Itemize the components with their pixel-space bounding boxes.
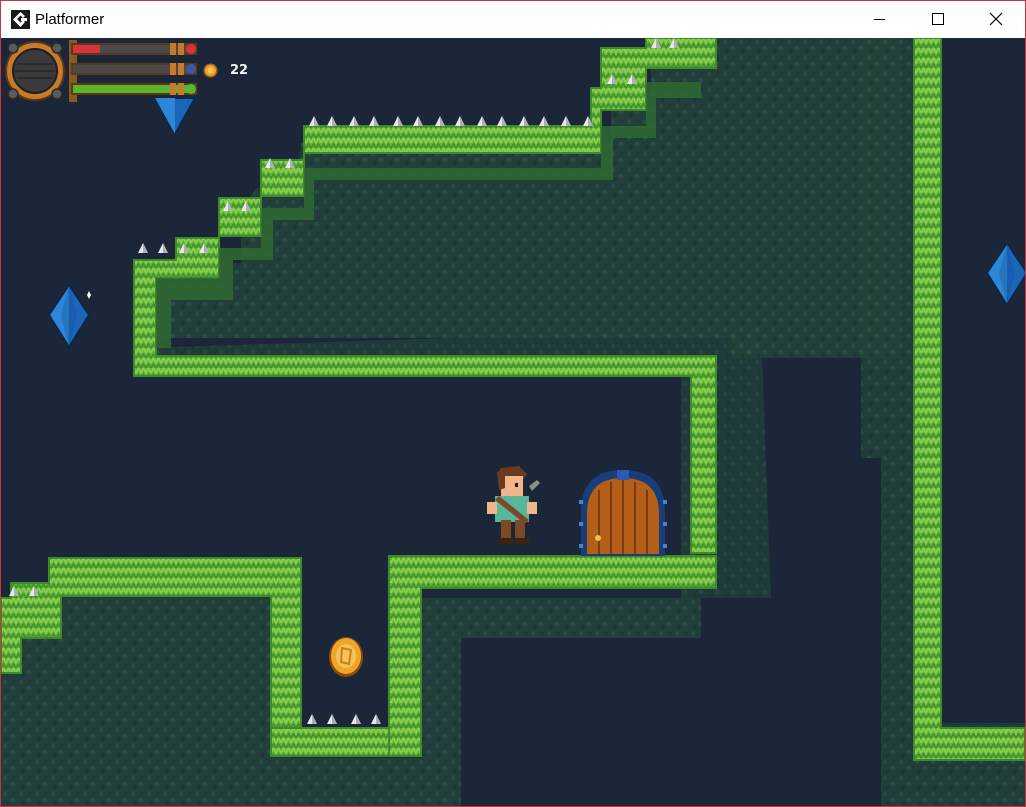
health-bar	[71, 43, 197, 55]
blue-gem-top-left	[153, 97, 197, 137]
title-bar[interactable]: Platformer	[1, 1, 1025, 38]
exit-door	[579, 470, 667, 556]
window-title: Platformer	[35, 11, 105, 28]
spikes-pit	[307, 714, 381, 724]
close-icon	[989, 12, 1003, 26]
right-grass-wall	[913, 38, 1025, 761]
stamina-bar-fill	[73, 85, 195, 93]
minimize-icon	[874, 19, 885, 20]
minimize-button[interactable]	[851, 1, 909, 38]
coin-icon	[203, 63, 218, 78]
stamina-bar	[71, 83, 197, 95]
blue-gem-right	[986, 242, 1025, 306]
maximize-button[interactable]	[909, 1, 967, 38]
gold-coin	[329, 637, 363, 677]
coin-counter: 22	[230, 63, 249, 78]
level-scene	[1, 38, 1025, 806]
game-window: Platformer 22	[0, 0, 1026, 807]
lower-left-moss	[1, 578, 701, 806]
platformer-app-icon	[11, 10, 30, 29]
game-viewport[interactable]: 22	[1, 38, 1025, 806]
maximize-icon	[932, 13, 944, 25]
mana-bar	[71, 63, 197, 75]
player-character	[487, 466, 540, 544]
health-bar-fill	[73, 45, 100, 53]
blue-gem-left	[48, 284, 91, 348]
close-button[interactable]	[967, 1, 1025, 38]
spikes-top-row	[309, 116, 593, 126]
right-pillar-moss	[861, 38, 1025, 806]
